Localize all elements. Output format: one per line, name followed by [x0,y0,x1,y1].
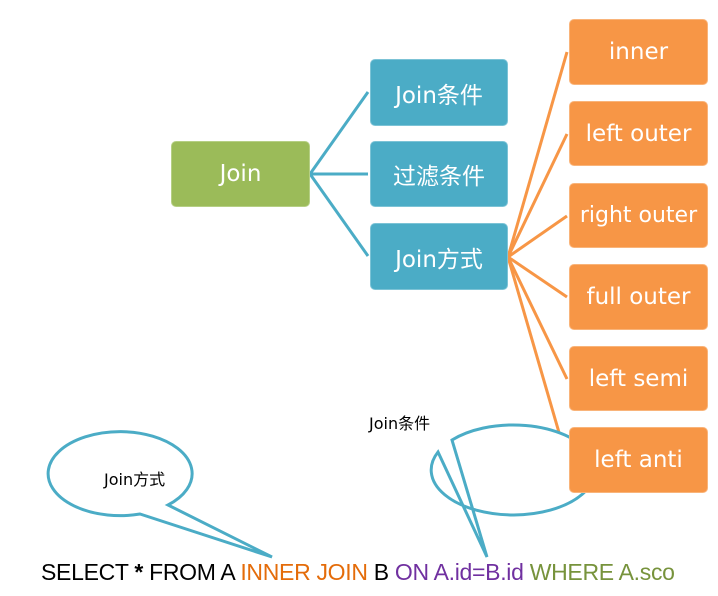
node-label: left outer [585,120,692,147]
node-join-condition: Join条件 [370,59,508,126]
node-left-anti: left anti [569,427,708,493]
node-left-outer: left outer [569,101,708,166]
node-label: Join方式 [395,246,483,273]
sql-statement: SELECT * FROM A INNER JOIN B ON A.id=B.i… [41,559,675,586]
sql-on-clause: ON A.id=B.id [394,559,524,585]
callout-text-join-method: Join方式 [104,470,166,489]
node-label: full outer [586,284,691,310]
node-label: 过滤条件 [393,164,485,190]
sql-table-b: B [367,559,395,585]
node-left-semi: left semi [569,346,708,411]
root-node: Join [171,141,310,207]
root-label: Join [219,161,262,187]
node-label: left semi [588,365,689,392]
node-full-outer: full outer [569,264,708,330]
node-label: Join条件 [395,82,483,109]
connector-join-condition [308,91,370,175]
node-join-method: Join方式 [370,223,508,290]
connector-join-method [308,173,370,257]
join-diagram: Join Join条件 过滤条件 Join方式 inner left outer… [0,0,718,596]
node-right-outer: right outer [569,183,708,248]
sql-where-clause: WHERE A.sco [523,559,675,585]
node-label: inner [608,39,669,65]
node-inner: inner [569,19,708,85]
sql-select: SELECT [41,559,135,585]
callout-text-join-condition: Join条件 [369,414,431,433]
callout-bubble-join-method [46,430,273,559]
sql-join-keyword: INNER JOIN [240,559,368,585]
node-label: right outer [579,203,698,228]
node-label: left anti [594,447,683,473]
node-filter-condition: 过滤条件 [370,141,508,207]
sql-from: FROM A [143,559,241,585]
sql-star: * [134,559,144,585]
